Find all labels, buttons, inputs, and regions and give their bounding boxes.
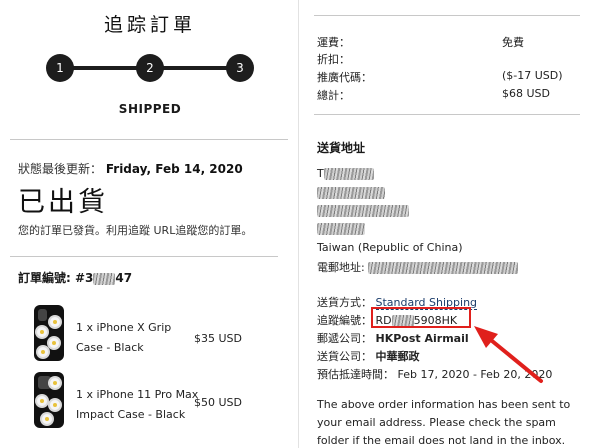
column-divider xyxy=(298,0,299,448)
annotation-arrow-icon xyxy=(474,326,543,383)
